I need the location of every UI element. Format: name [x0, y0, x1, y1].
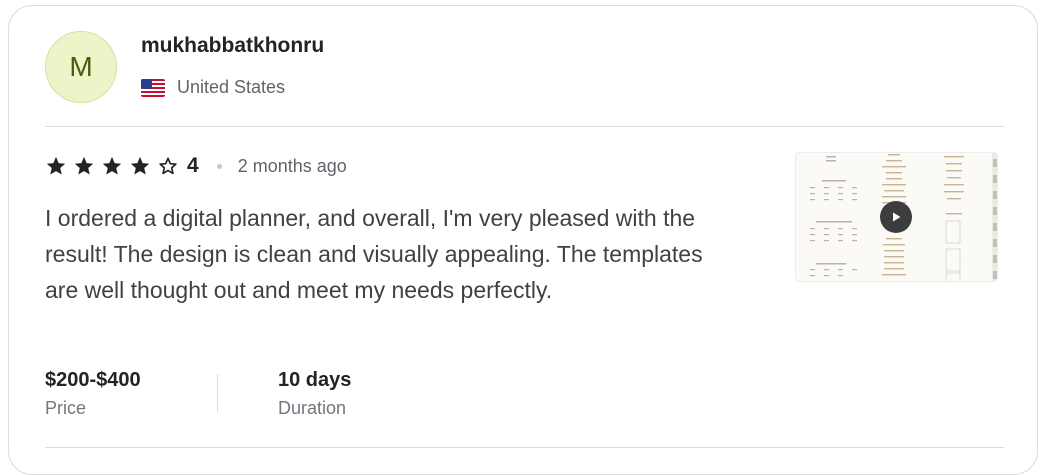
review-time: 2 months ago: [237, 155, 347, 176]
reviewer-username[interactable]: mukhabbatkhonru: [141, 34, 324, 58]
reviewer-country: United States: [141, 77, 285, 98]
duration-info: 10 days Duration: [278, 366, 351, 419]
star-filled-icon: [74, 156, 94, 175]
review-card: M mukhabbatkhonru United States 4 2 mont…: [8, 5, 1038, 475]
rating-row: 4 2 months ago: [45, 152, 347, 180]
play-icon: [893, 212, 901, 222]
review-text: I ordered a digital planner, and overall…: [45, 205, 703, 303]
duration-value: 10 days: [278, 369, 352, 391]
price-value: $200-$400: [45, 369, 141, 391]
price-info: $200-$400 Price: [45, 366, 141, 419]
avatar[interactable]: M: [45, 31, 117, 103]
star-filled-icon: [130, 156, 150, 175]
star-outline-icon: [159, 157, 177, 175]
country-name: United States: [177, 77, 286, 97]
separator-dot: [216, 163, 222, 169]
avatar-initial: M: [69, 51, 93, 82]
rating-value: 4: [187, 154, 199, 177]
star-filled-icon: [46, 156, 66, 175]
video-thumbnail[interactable]: [795, 152, 998, 282]
duration-label: Duration: [278, 398, 347, 418]
play-button[interactable]: [880, 201, 912, 233]
divider: [45, 447, 1004, 448]
star-filled-icon: [102, 156, 122, 175]
us-flag-icon: [141, 78, 165, 97]
divider: [45, 126, 1004, 127]
meta-divider: [217, 374, 218, 412]
price-label: Price: [45, 398, 87, 418]
